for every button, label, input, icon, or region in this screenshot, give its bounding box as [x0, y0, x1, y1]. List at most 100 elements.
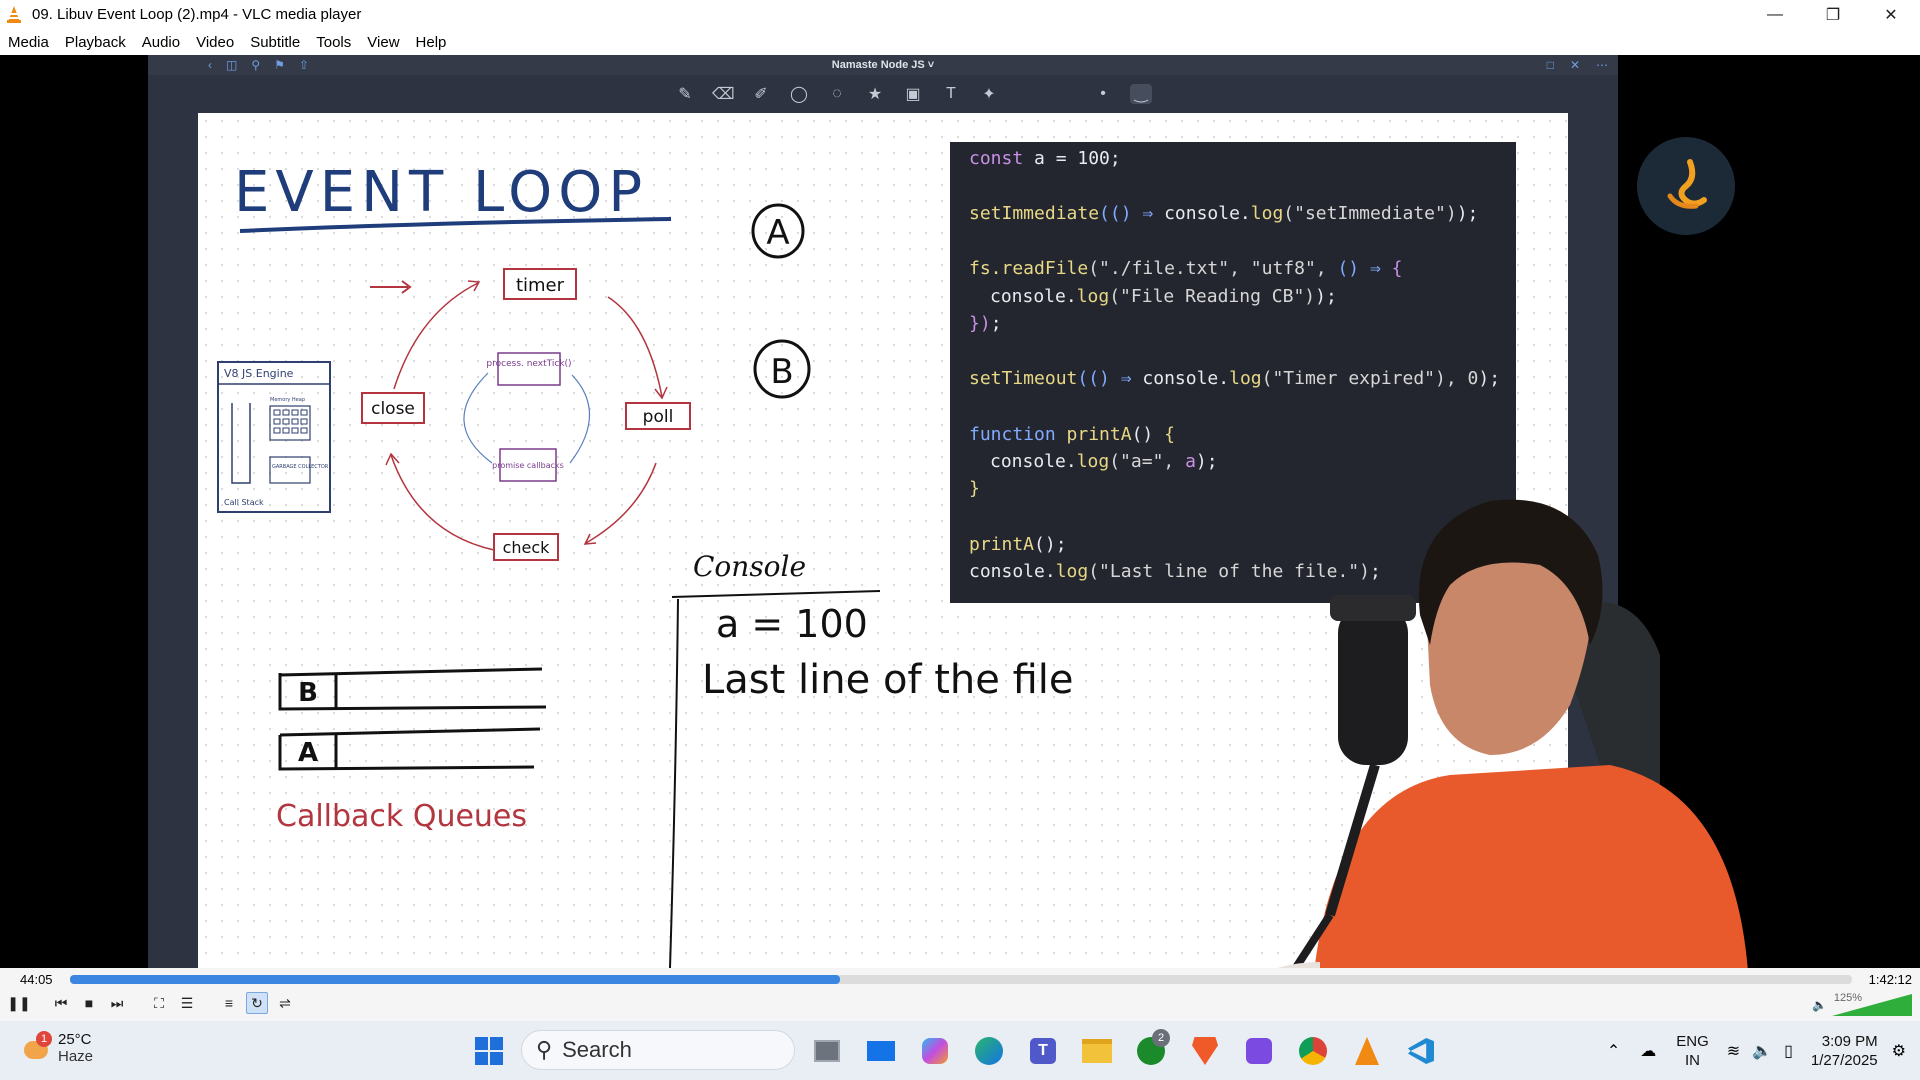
video-area[interactable]: ‹ ◫ ⚲ ⚑ ⇧ Namaste Node JS ˅ □ ✕ ⋯ ✎ ⌫ ✐ … — [0, 55, 1920, 968]
svg-text:B: B — [298, 678, 318, 708]
pause-button[interactable]: ❚❚ — [7, 992, 30, 1014]
console-line-1: a = 100 — [716, 602, 868, 646]
menu-tools[interactable]: Tools — [308, 34, 359, 51]
search-placeholder: Search — [562, 1037, 632, 1062]
teams-icon[interactable]: T — [1016, 1031, 1070, 1071]
code-line-10: printA(); — [969, 534, 1067, 555]
micro-right-arrow — [569, 374, 591, 464]
page-icon: □ — [1546, 58, 1554, 72]
console-line-2: Last line of the file — [702, 657, 1073, 703]
previous-button[interactable]: ⏮ — [50, 992, 72, 1014]
phase-check: check — [493, 533, 559, 561]
weather-widget[interactable]: 1 25°C Haze — [22, 1031, 93, 1065]
lang-top: ENG — [1676, 1032, 1709, 1050]
process-nexttick-label: process. nextTick() — [486, 359, 571, 369]
console-left-line — [669, 598, 679, 968]
line-icon: ‿ — [1130, 84, 1152, 104]
vscode-icon[interactable] — [1394, 1031, 1448, 1071]
weather-condition: Haze — [58, 1048, 94, 1065]
menu-help[interactable]: Help — [408, 34, 455, 51]
edge-icon[interactable] — [962, 1031, 1016, 1071]
channel-logo-icon — [1667, 159, 1707, 209]
playlist-button[interactable]: ≡ — [218, 992, 240, 1014]
sidebar-icon: ◫ — [226, 58, 238, 72]
channel-logo — [1637, 137, 1735, 235]
svg-text:A: A — [298, 738, 318, 768]
search-icon: ⚲ — [251, 58, 261, 72]
taskbar-search[interactable]: ⚲ Search — [521, 1030, 795, 1070]
volume-control[interactable]: 🔈 125% — [1812, 992, 1912, 1016]
windows-icon — [475, 1037, 503, 1065]
xbox-icon[interactable]: 2 — [1124, 1029, 1178, 1071]
clock-time: 3:09 PM — [1821, 1032, 1878, 1050]
weather-temp: 25°C — [58, 1031, 92, 1048]
callback-queues-caption: Callback Queues — [276, 799, 527, 834]
presenter-image — [1277, 499, 1748, 968]
memory-heap-label: Memory Heap — [270, 397, 305, 403]
shuffle-button[interactable]: ⇌ — [274, 992, 296, 1014]
start-button[interactable] — [462, 1031, 516, 1071]
drawing-toolbar: ✎ ⌫ ✐ ◯ ◌ ★ ▣ T ✦ • ‿ — [148, 75, 1618, 113]
player-controls: 44:05 1:42:12 ❚❚ ⏮ ■ ⏭ ⛶ ☰ ≡ ↻ ⇌ 🔈 125% — [0, 968, 1920, 1021]
time-total: 1:42:12 — [1868, 972, 1912, 987]
window-title: 09. Libuv Event Loop (2).mp4 - VLC media… — [32, 6, 362, 23]
minimize-icon[interactable]: — — [1746, 0, 1804, 29]
lasso-icon: ◌ — [832, 85, 842, 102]
stop-button[interactable]: ■ — [78, 992, 100, 1014]
check-to-close-arrow — [390, 454, 495, 551]
marker-b: B — [753, 339, 811, 399]
menu-view[interactable]: View — [359, 34, 407, 51]
fullscreen-button[interactable]: ⛶ — [148, 992, 170, 1014]
eraser-icon: ⌫ — [712, 86, 735, 103]
more-icon: ⋯ — [1596, 58, 1608, 72]
onedrive-icon[interactable]: ☁ — [1640, 1041, 1656, 1061]
app-purple-icon[interactable] — [1232, 1031, 1286, 1071]
file-explorer-icon[interactable] — [1070, 1031, 1124, 1071]
menu-video[interactable]: Video — [188, 34, 242, 51]
phase-close-label: close — [371, 399, 415, 419]
menu-audio[interactable]: Audio — [134, 34, 188, 51]
promise-callbacks-label: promise callbacks — [492, 461, 564, 470]
loop-button[interactable]: ↻ — [246, 992, 268, 1014]
tray-chevron-icon[interactable]: ⌃ — [1607, 1041, 1620, 1061]
language-indicator[interactable]: ENG IN — [1676, 1032, 1709, 1070]
mail-icon[interactable] — [854, 1031, 908, 1071]
code-line-5: }); — [969, 313, 1002, 334]
notifications-icon[interactable]: ⚙ — [1892, 1041, 1906, 1061]
pinned-apps: T 2 — [800, 1029, 1448, 1071]
back-icon: ‹ — [208, 58, 212, 72]
volume-slider[interactable] — [1832, 994, 1912, 1016]
volume-icon[interactable]: 🔈 — [1752, 1041, 1772, 1061]
sticker-icon: ★ — [867, 86, 883, 103]
promise-callbacks-box: promise callbacks — [492, 448, 564, 482]
svg-text:B: B — [770, 352, 793, 392]
queue-b: B — [278, 667, 547, 711]
extended-settings-button[interactable]: ☰ — [176, 992, 198, 1014]
clock[interactable]: 3:09 PM 1/27/2025 — [1811, 1032, 1878, 1070]
close-doc-icon: ✕ — [1569, 58, 1580, 72]
menu-media[interactable]: Media — [0, 34, 57, 51]
brave-icon[interactable] — [1178, 1031, 1232, 1071]
vlc-taskbar-icon[interactable] — [1340, 1031, 1394, 1071]
code-line-4: console.log("File Reading CB")); — [990, 286, 1337, 307]
seek-bar[interactable] — [70, 975, 1852, 984]
task-view-icon[interactable] — [800, 1031, 854, 1071]
next-button[interactable]: ⏭ — [106, 992, 128, 1014]
weather-icon: 1 — [22, 1031, 52, 1063]
console-top-line — [671, 590, 881, 598]
wifi-icon[interactable]: ≋ — [1727, 1041, 1740, 1061]
console-title: Console — [693, 550, 806, 583]
document-title: Namaste Node JS ˅ — [831, 59, 935, 71]
close-icon[interactable]: ✕ — [1862, 0, 1920, 29]
maximize-icon[interactable]: ❐ — [1804, 0, 1862, 29]
menu-playback[interactable]: Playback — [57, 34, 134, 51]
windows-taskbar: 1 25°C Haze ⚲ Search T 2 ⌃ ☁ ENG IN ≋ 🔈 … — [0, 1021, 1920, 1080]
copilot-icon[interactable] — [908, 1031, 962, 1071]
menu-subtitle[interactable]: Subtitle — [242, 34, 308, 51]
code-line-7: function printA() { — [969, 424, 1175, 445]
phase-check-label: check — [503, 538, 551, 557]
time-elapsed: 44:05 — [20, 972, 53, 987]
chrome-icon[interactable] — [1286, 1031, 1340, 1071]
battery-icon[interactable]: ▯ — [1784, 1041, 1793, 1061]
phase-timer: timer — [503, 268, 577, 300]
